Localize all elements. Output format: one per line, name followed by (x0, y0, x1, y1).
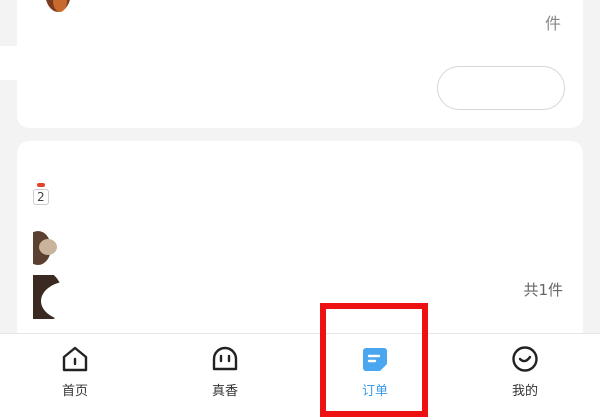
product-thumbnail[interactable] (33, 0, 131, 26)
promo-number: 2 (33, 189, 49, 205)
order-card[interactable]: 2 共1件 (17, 141, 583, 341)
face-icon (212, 346, 238, 371)
tab-label: 首页 (61, 384, 88, 399)
bottom-tab-bar: 首页 真香 订单 我的 (0, 333, 600, 420)
tab-home[interactable]: 首页 (0, 334, 150, 420)
tab-label: 真香 (211, 384, 238, 399)
order-card[interactable]: 件 (17, 0, 583, 128)
promo-tag: 2 (33, 183, 49, 205)
home-icon (62, 346, 88, 372)
profile-icon (512, 346, 538, 372)
product-thumbnail[interactable] (33, 229, 131, 269)
quantity-unit: 件 (544, 14, 561, 33)
total-quantity: 共1件 (523, 281, 563, 299)
tab-orders[interactable]: 订单 (300, 334, 450, 420)
tab-label: 订单 (361, 384, 388, 399)
order-action-button[interactable] (437, 66, 565, 110)
tab-profile[interactable]: 我的 (450, 334, 600, 420)
order-icon (363, 348, 387, 371)
tab-label: 我的 (511, 384, 538, 399)
product-thumbnail[interactable] (33, 275, 131, 319)
tab-zhenxiang[interactable]: 真香 (150, 334, 300, 420)
